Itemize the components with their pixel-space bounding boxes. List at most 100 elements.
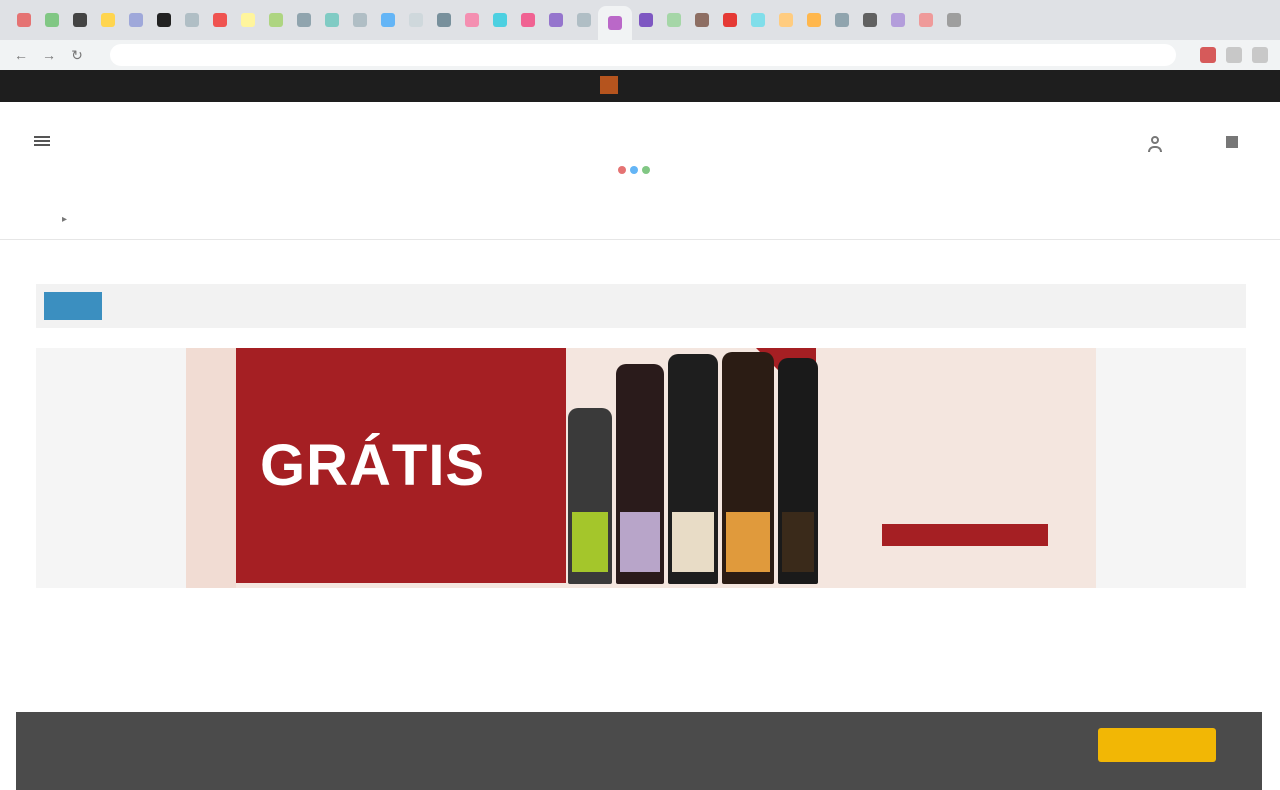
- user-icon: [1148, 136, 1162, 152]
- tab-favicon-icon: [353, 13, 367, 27]
- tab-favicon-icon: [157, 13, 171, 27]
- browser-tab[interactable]: [632, 6, 660, 34]
- wine-bottle: [568, 408, 612, 584]
- profile-icon[interactable]: [1252, 47, 1268, 63]
- wine-bottle: [722, 352, 774, 584]
- browser-tab[interactable]: [772, 6, 800, 34]
- cookie-consent-banner: [16, 712, 1262, 790]
- browser-tab[interactable]: [402, 6, 430, 34]
- browser-tab[interactable]: [262, 6, 290, 34]
- browser-tab[interactable]: [374, 6, 402, 34]
- tab-favicon-icon: [549, 13, 563, 27]
- tab-favicon-icon: [947, 13, 961, 27]
- ad-side-strip: [186, 348, 236, 588]
- tab-favicon-icon: [241, 13, 255, 27]
- account-button[interactable]: [1148, 136, 1170, 152]
- browser-tab[interactable]: [290, 6, 318, 34]
- browser-tab[interactable]: [38, 6, 66, 34]
- browser-tab[interactable]: [884, 6, 912, 34]
- browser-tab[interactable]: [150, 6, 178, 34]
- browser-toolbar: ← → ↻: [0, 40, 1280, 70]
- browser-tab[interactable]: [514, 6, 542, 34]
- browser-tab[interactable]: [716, 6, 744, 34]
- tab-favicon-icon: [639, 13, 653, 27]
- alert-badge: [44, 292, 102, 320]
- tab-favicon-icon: [493, 13, 507, 27]
- site-header: [0, 102, 1280, 182]
- browser-tab[interactable]: [234, 6, 262, 34]
- browser-tab[interactable]: [206, 6, 234, 34]
- tab-favicon-icon: [409, 13, 423, 27]
- browser-tab[interactable]: [744, 6, 772, 34]
- ad-banner[interactable]: GRÁTIS: [186, 348, 1096, 588]
- tab-favicon-icon: [577, 13, 591, 27]
- bottle-label: [782, 512, 814, 572]
- browser-tab[interactable]: [178, 6, 206, 34]
- tab-favicon-icon: [863, 13, 877, 27]
- tab-favicon-icon: [437, 13, 451, 27]
- chevron-right-icon: ▸: [62, 214, 68, 225]
- extension-icon[interactable]: [1200, 47, 1216, 63]
- accept-cookies-button[interactable]: [1098, 728, 1216, 762]
- masthead-decoration: [618, 166, 650, 174]
- network-logo-mark: [600, 76, 618, 94]
- tab-favicon-icon: [695, 13, 709, 27]
- tab-favicon-icon: [608, 16, 622, 30]
- tab-favicon-icon: [73, 13, 87, 27]
- browser-tab[interactable]: [940, 6, 968, 34]
- decoration-dot: [618, 166, 626, 174]
- tab-favicon-icon: [45, 13, 59, 27]
- tab-favicon-icon: [835, 13, 849, 27]
- browser-tab-strip: [0, 0, 1280, 40]
- browser-tab[interactable]: [660, 6, 688, 34]
- browser-tab[interactable]: [688, 6, 716, 34]
- tab-favicon-icon: [779, 13, 793, 27]
- browser-tab[interactable]: [570, 6, 598, 34]
- back-icon[interactable]: ←: [12, 46, 30, 64]
- tab-favicon-icon: [129, 13, 143, 27]
- bottle-label: [726, 512, 770, 572]
- browser-tab[interactable]: [458, 6, 486, 34]
- subscribe-button[interactable]: [1226, 136, 1244, 148]
- browser-tab[interactable]: [912, 6, 940, 34]
- browser-tab[interactable]: [828, 6, 856, 34]
- tab-favicon-icon: [381, 13, 395, 27]
- bottle-label: [572, 512, 608, 572]
- advertisement-zone: GRÁTIS: [36, 348, 1246, 588]
- bottle-label: [620, 512, 660, 572]
- network-logo[interactable]: [600, 76, 624, 94]
- tab-favicon-icon: [465, 13, 479, 27]
- hamburger-icon: [34, 136, 50, 146]
- browser-tab[interactable]: [542, 6, 570, 34]
- wine-bottle: [668, 354, 718, 584]
- browser-tab[interactable]: [346, 6, 374, 34]
- tab-favicon-icon: [101, 13, 115, 27]
- browser-tab[interactable]: [800, 6, 828, 34]
- browser-tab[interactable]: [856, 6, 884, 34]
- browser-tab[interactable]: [94, 6, 122, 34]
- tab-favicon-icon: [807, 13, 821, 27]
- site-top-bar: [0, 70, 1280, 102]
- browser-tab[interactable]: [66, 6, 94, 34]
- address-bar[interactable]: [110, 44, 1176, 66]
- browser-tab[interactable]: [122, 6, 150, 34]
- forward-icon[interactable]: →: [40, 46, 58, 64]
- browser-tab[interactable]: [10, 6, 38, 34]
- tab-favicon-icon: [325, 13, 339, 27]
- ad-cta-button[interactable]: [882, 524, 1048, 546]
- tab-favicon-icon: [891, 13, 905, 27]
- browser-tab[interactable]: [598, 6, 632, 40]
- tab-favicon-icon: [297, 13, 311, 27]
- ad-offer-panel: GRÁTIS: [236, 348, 566, 583]
- breaking-news-bar[interactable]: [36, 284, 1246, 328]
- reload-icon[interactable]: ↻: [68, 46, 86, 64]
- decoration-dot: [642, 166, 650, 174]
- tab-favicon-icon: [269, 13, 283, 27]
- browser-tab[interactable]: [430, 6, 458, 34]
- browser-tab[interactable]: [318, 6, 346, 34]
- browser-tab[interactable]: [486, 6, 514, 34]
- extension-icon[interactable]: [1226, 47, 1242, 63]
- menu-button[interactable]: [34, 136, 88, 146]
- tab-favicon-icon: [667, 13, 681, 27]
- tab-favicon-icon: [723, 13, 737, 27]
